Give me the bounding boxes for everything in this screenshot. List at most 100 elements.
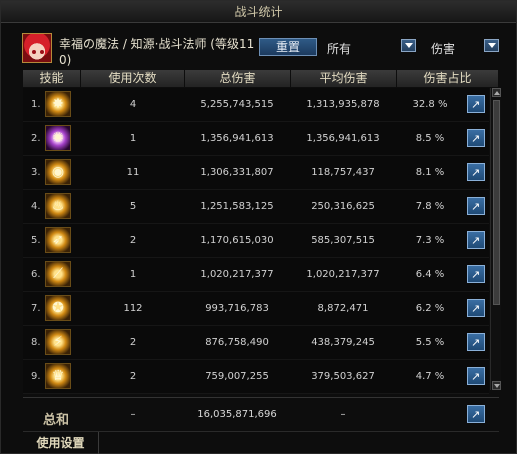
skill-icon-wings: ♛: [45, 363, 71, 389]
character-avatar: [22, 33, 52, 63]
row-rank: 5.: [31, 235, 41, 246]
row-avg: 379,503,627: [311, 371, 375, 382]
skill-table-body: 1. ✸ 4 5,255,743,515 1,313,935,878 32.8 …: [23, 88, 489, 394]
scope-dropdown-label[interactable]: 所有: [327, 40, 351, 57]
share-button[interactable]: ↗: [467, 197, 485, 215]
row-count: 5: [129, 201, 137, 212]
scroll-down-button[interactable]: [492, 381, 501, 390]
total-count: –: [130, 409, 136, 420]
character-name: 幸福の魔法 / 知源·战斗法师 (等级110): [59, 37, 255, 67]
arcane-swirl-icon: ✺: [52, 130, 64, 146]
row-share: 8.1 %: [415, 167, 445, 178]
table-row: 1. ✸ 4 5,255,743,515 1,313,935,878 32.8 …: [23, 88, 489, 122]
row-count: 1: [129, 133, 137, 144]
row-count: 1: [129, 269, 137, 280]
scroll-thumb[interactable]: [493, 100, 500, 305]
row-share: 4.7 %: [415, 371, 445, 382]
share-icon: ↗: [471, 302, 481, 315]
row-rank: 8.: [31, 337, 41, 348]
star-icon: ✪: [52, 300, 64, 316]
row-rank: 7.: [31, 303, 41, 314]
reset-button[interactable]: 重置: [259, 38, 317, 56]
avatar-eye: [32, 50, 36, 54]
row-share: 7.3 %: [415, 235, 445, 246]
row-count: 2: [129, 371, 137, 382]
row-avg: 438,379,245: [311, 337, 375, 348]
share-button[interactable]: ↗: [467, 367, 485, 385]
table-row: 3. ◉ 11 1,306,331,807 118,757,437 8.1 % …: [23, 156, 489, 190]
skill-icon-burst: ✸: [45, 91, 71, 117]
share-button[interactable]: ↗: [467, 95, 485, 113]
column-header-total[interactable]: 总伤害: [185, 70, 291, 87]
share-icon: ↗: [471, 166, 481, 179]
beam-icon: ➶: [52, 232, 64, 248]
column-header-share[interactable]: 伤害占比: [397, 70, 499, 87]
share-button[interactable]: ↗: [467, 299, 485, 317]
share-button[interactable]: ↗: [467, 265, 485, 283]
share-total-button[interactable]: ↗: [467, 405, 485, 423]
header: 幸福の魔法 / 知源·战斗法师 (等级110) 重置 所有 伤害: [1, 25, 516, 67]
row-avg: 1,356,941,613: [306, 133, 380, 144]
row-total: 5,255,743,515: [200, 99, 274, 110]
avatar-eye: [40, 50, 44, 54]
row-share: 7.8 %: [415, 201, 445, 212]
total-damage: 16,035,871,696: [197, 409, 277, 420]
share-icon: ↗: [471, 268, 481, 281]
share-button[interactable]: ↗: [467, 163, 485, 181]
table-row: 6. ⟋ 1 1,020,217,377 1,020,217,377 6.4 %…: [23, 258, 489, 292]
row-count: 112: [123, 303, 143, 314]
chevron-down-icon: [488, 43, 496, 48]
total-label: 总和: [43, 413, 70, 428]
skill-icon-spiral: ◉: [45, 159, 71, 185]
share-button[interactable]: ↗: [467, 333, 485, 351]
share-icon: ↗: [471, 200, 481, 213]
row-total: 1,170,615,030: [200, 235, 274, 246]
row-share: 6.2 %: [415, 303, 445, 314]
total-avg: –: [340, 409, 346, 420]
share-icon: ↗: [471, 132, 481, 145]
row-avg: 250,316,625: [311, 201, 375, 212]
skill-icon-arcane: ✺: [45, 125, 71, 151]
row-rank: 9.: [31, 371, 41, 382]
skill-icon-strike: ⚡: [45, 329, 71, 355]
row-rank: 2.: [31, 133, 41, 144]
star-burst-icon: ✸: [52, 96, 64, 112]
table-row: 8. ⚡ 2 876,758,490 438,379,245 5.5 % ↗: [23, 326, 489, 360]
row-rank: 4.: [31, 201, 41, 212]
wings-icon: ♛: [51, 368, 65, 384]
strike-icon: ⚡: [53, 334, 63, 350]
table-row: 2. ✺ 1 1,356,941,613 1,356,941,613 8.5 %…: [23, 122, 489, 156]
row-count: 4: [129, 99, 137, 110]
row-avg: 8,872,471: [317, 303, 369, 314]
column-header-count[interactable]: 使用次数: [81, 70, 185, 87]
row-total: 1,356,941,613: [200, 133, 274, 144]
table-scrollbar[interactable]: [490, 88, 501, 390]
spiral-icon: ◉: [51, 164, 65, 180]
column-header-avg[interactable]: 平均伤害: [291, 70, 397, 87]
footer: 使用设置: [23, 431, 499, 454]
row-share: 32.8 %: [412, 99, 448, 110]
row-count: 2: [129, 235, 137, 246]
total-row: 总和 – 16,035,871,696 – ↗: [23, 397, 499, 429]
scope-dropdown-button[interactable]: [401, 39, 416, 52]
row-total: 1,306,331,807: [200, 167, 274, 178]
type-dropdown-label[interactable]: 伤害: [431, 40, 455, 57]
skill-icon-beam: ➶: [45, 227, 71, 253]
scroll-up-button[interactable]: [492, 88, 501, 97]
combat-stats-window: 战斗统计 幸福の魔法 / 知源·战斗法师 (等级110) 重置 所有 伤害 技能…: [0, 0, 517, 454]
row-share: 5.5 %: [415, 337, 445, 348]
type-dropdown-button[interactable]: [484, 39, 499, 52]
row-share: 8.5 %: [415, 133, 445, 144]
share-button[interactable]: ↗: [467, 129, 485, 147]
row-total: 1,251,583,125: [200, 201, 274, 212]
row-rank: 3.: [31, 167, 41, 178]
table-row: 7. ✪ 112 993,716,783 8,872,471 6.2 % ↗: [23, 292, 489, 326]
share-button[interactable]: ↗: [467, 231, 485, 249]
row-share: 6.4 %: [415, 269, 445, 280]
table-row: 9. ♛ 2 759,007,255 379,503,627 4.7 % ↗: [23, 360, 489, 394]
row-rank: 6.: [31, 269, 41, 280]
skill-icon-star: ✪: [45, 295, 71, 321]
settings-tab[interactable]: 使用设置: [23, 432, 99, 454]
table-header: 技能 使用次数 总伤害 平均伤害 伤害占比: [23, 70, 499, 87]
column-header-skill[interactable]: 技能: [23, 70, 81, 87]
